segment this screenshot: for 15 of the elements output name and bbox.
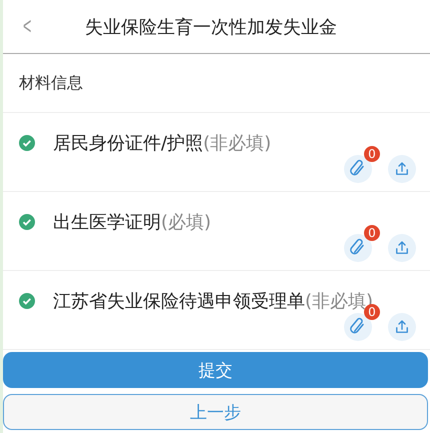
- back-button[interactable]: <: [12, 12, 40, 40]
- material-name: 居民身份证件/护照(非必填): [53, 132, 272, 155]
- count-badge: 0: [364, 225, 380, 241]
- section-title: 材料信息: [3, 54, 430, 113]
- upload-button[interactable]: [388, 313, 416, 341]
- upload-button[interactable]: [388, 234, 416, 262]
- material-name: 出生医学证明(必填): [53, 211, 212, 234]
- upload-icon: [393, 160, 411, 178]
- count-badge: 0: [364, 146, 380, 162]
- upload-button[interactable]: [388, 155, 416, 183]
- page-title: 失业保险生育一次性加发失业金: [85, 16, 338, 38]
- upload-icon: [393, 318, 411, 336]
- previous-button[interactable]: 上一步: [3, 394, 428, 430]
- upload-icon: [393, 239, 411, 257]
- submit-button[interactable]: 提交: [3, 352, 428, 388]
